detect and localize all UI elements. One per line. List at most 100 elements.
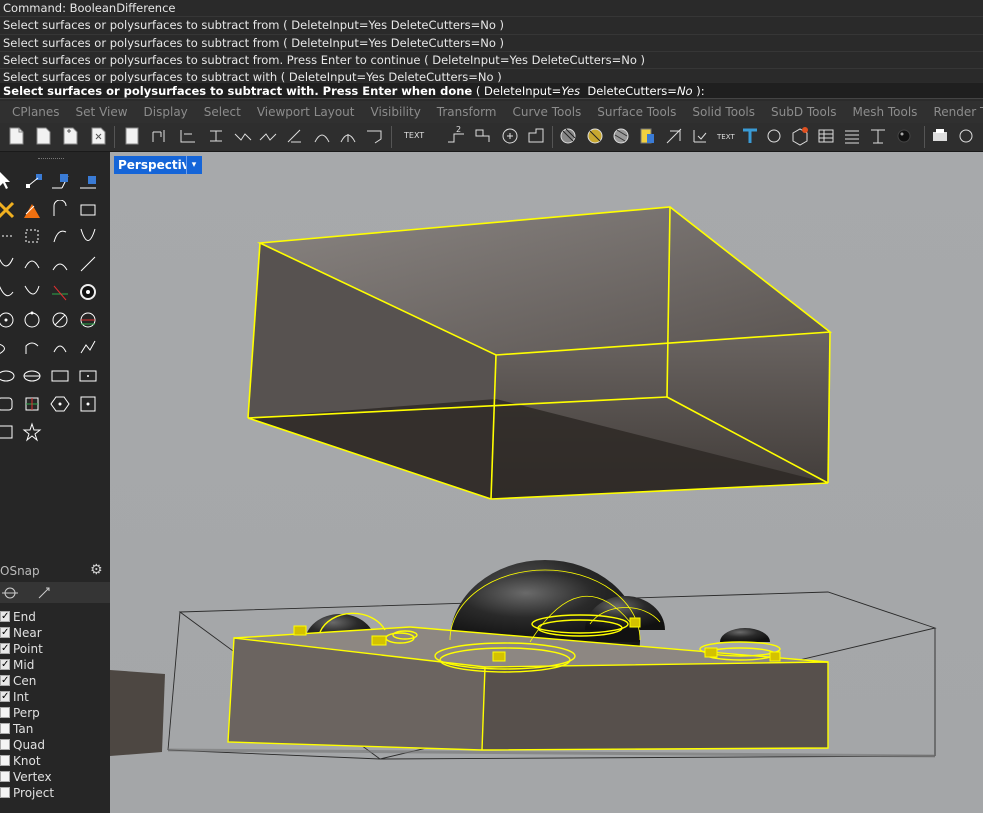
dimension-icon[interactable] xyxy=(150,126,170,146)
rounded-rect-icon[interactable] xyxy=(0,394,16,414)
check-dim-icon[interactable] xyxy=(690,126,710,146)
explode-text-icon[interactable] xyxy=(764,126,784,146)
circle-plus-icon[interactable] xyxy=(500,126,520,146)
osnap-vertex[interactable]: Vertex xyxy=(0,769,110,785)
osnap-int[interactable]: ✓ Int xyxy=(0,689,110,705)
checkbox-checked-icon[interactable]: ✓ xyxy=(0,659,10,670)
osnap-project[interactable]: Project xyxy=(0,785,110,801)
osnap-end[interactable]: ✓ End xyxy=(0,609,110,625)
tab-subd-tools[interactable]: SubD Tools xyxy=(763,101,844,123)
hatch-icon[interactable] xyxy=(472,126,492,146)
text-tool-icon[interactable]: TEXT xyxy=(404,131,424,140)
tab-cplanes[interactable]: CPlanes xyxy=(0,101,68,123)
checkbox-checked-icon[interactable]: ✓ xyxy=(0,611,10,622)
panel-grip[interactable] xyxy=(38,158,64,162)
explode-icon[interactable] xyxy=(0,200,16,220)
cutter-box[interactable] xyxy=(247,206,833,500)
shade-icon[interactable] xyxy=(558,126,578,146)
perspective-viewport[interactable]: Perspective ▾ xyxy=(110,152,983,813)
osnap-tan[interactable]: Tan xyxy=(0,721,110,737)
render-shade-icon[interactable] xyxy=(585,126,605,146)
chevron-down-icon[interactable]: ▾ xyxy=(186,156,201,174)
control-points-icon[interactable] xyxy=(22,226,42,246)
open-file-icon[interactable] xyxy=(33,126,53,146)
tab-render-tools[interactable]: Render Tools xyxy=(925,101,983,123)
polyline-icon[interactable] xyxy=(78,172,98,192)
osnap-near[interactable]: ✓ Near xyxy=(0,625,110,641)
osnap-quad[interactable]: Quad xyxy=(0,737,110,753)
osnap-mid[interactable]: ✓ Mid xyxy=(0,657,110,673)
layer-color-icon[interactable] xyxy=(637,126,657,146)
properties-icon[interactable] xyxy=(664,126,684,146)
osnap-target-icon[interactable] xyxy=(2,585,18,601)
checkbox-unchecked-icon[interactable] xyxy=(0,707,10,718)
circle-3pt-icon[interactable] xyxy=(22,310,42,330)
curve-icon[interactable] xyxy=(22,200,42,220)
angle-dimension-icon[interactable] xyxy=(233,126,253,146)
checkbox-checked-icon[interactable]: ✓ xyxy=(0,675,10,686)
tab-mesh-tools[interactable]: Mesh Tools xyxy=(844,101,925,123)
extend-icon[interactable] xyxy=(78,254,98,274)
partial-object[interactable] xyxy=(110,670,165,756)
gear-icon[interactable]: ⚙ xyxy=(90,562,103,578)
osnap-knot[interactable]: Knot xyxy=(0,753,110,769)
checkbox-unchecked-icon[interactable] xyxy=(0,723,10,734)
tab-viewport-layout[interactable]: Viewport Layout xyxy=(249,101,363,123)
sphere-icon[interactable] xyxy=(78,282,98,302)
arc-center-icon[interactable] xyxy=(22,338,42,358)
star-icon[interactable] xyxy=(22,422,42,442)
circle-center-icon[interactable] xyxy=(0,310,16,330)
checkbox-unchecked-icon[interactable] xyxy=(0,739,10,750)
print-setup-icon[interactable] xyxy=(930,126,950,146)
print-icon[interactable] xyxy=(88,126,108,146)
rectangle-center-icon[interactable] xyxy=(78,366,98,386)
trim-icon[interactable] xyxy=(50,282,70,302)
checkbox-checked-icon[interactable]: ✓ xyxy=(0,691,10,702)
polyline-segments-icon[interactable] xyxy=(78,338,98,358)
ellipse-diameter-icon[interactable] xyxy=(22,366,42,386)
option-delete-cutters[interactable]: DeleteCutters=No xyxy=(587,84,692,98)
checkbox-checked-icon[interactable]: ✓ xyxy=(0,643,10,654)
more-icon[interactable] xyxy=(956,126,976,146)
arc-icon[interactable] xyxy=(50,200,70,220)
viewport-scene[interactable] xyxy=(110,152,983,813)
diameter-icon[interactable] xyxy=(338,126,358,146)
polygon-square-icon[interactable] xyxy=(78,394,98,414)
rectangle-icon[interactable] xyxy=(78,200,98,220)
tab-surface-tools[interactable]: Surface Tools xyxy=(589,101,684,123)
polygon-center-icon[interactable] xyxy=(50,394,70,414)
offset-curve-icon[interactable] xyxy=(50,254,70,274)
checkbox-checked-icon[interactable]: ✓ xyxy=(0,627,10,638)
ellipse-center-icon[interactable] xyxy=(0,366,16,386)
osnap-cen[interactable]: ✓ Cen xyxy=(0,673,110,689)
parabola-icon[interactable] xyxy=(78,226,98,246)
circle-tangent-icon[interactable] xyxy=(78,310,98,330)
interpolate-icon[interactable] xyxy=(50,226,70,246)
select-arrow-icon[interactable] xyxy=(0,170,16,190)
dimension-aligned-icon[interactable] xyxy=(178,126,198,146)
wire-shade-icon[interactable] xyxy=(611,126,631,146)
dimension-vertical-icon[interactable] xyxy=(206,126,226,146)
angle-dimension2-icon[interactable] xyxy=(258,126,278,146)
base-block[interactable] xyxy=(227,560,829,751)
tab-transform[interactable]: Transform xyxy=(429,101,505,123)
line-icon[interactable] xyxy=(50,172,70,192)
point-icon[interactable] xyxy=(24,172,44,192)
tab-solid-tools[interactable]: Solid Tools xyxy=(684,101,763,123)
helix-icon[interactable] xyxy=(0,254,16,274)
ellipse-icon[interactable] xyxy=(50,310,70,330)
checkbox-unchecked-icon[interactable] xyxy=(0,787,10,798)
detail-icon[interactable] xyxy=(526,126,546,146)
polygon-icon[interactable] xyxy=(0,226,16,246)
height-dim-icon[interactable] xyxy=(868,126,888,146)
osnap-project-icon[interactable] xyxy=(36,585,52,601)
rect-3pt-icon[interactable] xyxy=(0,422,16,442)
chamfer-icon[interactable] xyxy=(22,282,42,302)
material-sphere-icon[interactable] xyxy=(894,126,914,146)
arc-3pt-icon[interactable] xyxy=(50,338,70,358)
tab-set-view[interactable]: Set View xyxy=(68,101,136,123)
table-icon[interactable] xyxy=(816,126,836,146)
leader-icon[interactable] xyxy=(446,126,466,146)
tab-select[interactable]: Select xyxy=(196,101,249,123)
radius-dimension-icon[interactable] xyxy=(285,126,305,146)
